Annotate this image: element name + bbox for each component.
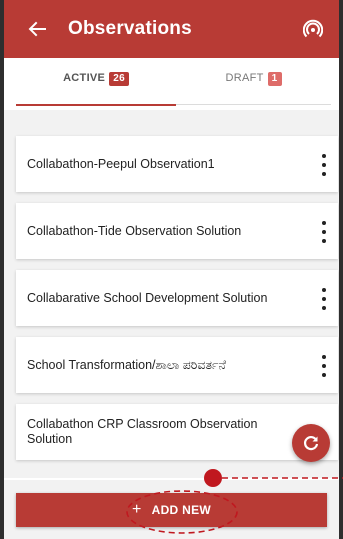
tab-bar: ACTIVE 26 DRAFT 1 — [4, 58, 339, 110]
more-options-icon[interactable] — [320, 154, 328, 176]
observation-card[interactable]: Collabathon CRP Classroom Observation So… — [16, 404, 338, 460]
observation-title: Collabathon-Peepul Observation1 — [27, 156, 215, 171]
page-title: Observations — [68, 18, 192, 39]
app-bar: Observations — [4, 0, 339, 58]
observation-title: Collabathon CRP Classroom Observation So… — [27, 417, 258, 446]
tab-draft-label: DRAFT — [225, 72, 264, 84]
more-options-icon[interactable] — [320, 355, 328, 377]
arrow-left-icon — [28, 21, 46, 37]
refresh-icon — [303, 436, 319, 451]
back-button[interactable] — [22, 14, 52, 44]
observation-title: Collabarative School Development Solutio… — [27, 290, 268, 305]
sync-signal-icon — [303, 19, 323, 38]
plus-icon: + — [131, 501, 142, 518]
observations-screen: Observations ACTIVE 26 DRAFT 1 Collabath… — [4, 0, 339, 539]
observation-title: Collabathon-Tide Observation Solution — [27, 223, 242, 238]
observation-title: School Transformation/ಶಾಲಾ ಪರಿವರ್ತನೆ — [27, 357, 226, 372]
tab-draft[interactable]: DRAFT 1 — [176, 72, 331, 105]
observation-card[interactable]: Collabarative School Development Solutio… — [16, 270, 338, 326]
footer-divider — [4, 478, 339, 480]
observation-card[interactable]: Collabathon-Tide Observation Solution — [16, 203, 338, 259]
add-new-button[interactable]: + ADD NEW — [16, 493, 327, 527]
add-new-label: ADD NEW — [151, 503, 212, 517]
refresh-fab[interactable] — [292, 424, 330, 462]
more-options-icon[interactable] — [320, 221, 328, 243]
more-options-icon[interactable] — [320, 288, 328, 310]
sync-button[interactable] — [301, 17, 325, 41]
tab-active[interactable]: ACTIVE 26 — [16, 72, 176, 106]
observation-list: Collabathon-Peepul Observation1 Collabat… — [16, 136, 338, 471]
tab-active-label: ACTIVE — [63, 72, 106, 84]
observation-card[interactable]: School Transformation/ಶಾಲಾ ಪರಿವರ್ತನೆ — [16, 337, 338, 393]
observation-card[interactable]: Collabathon-Peepul Observation1 — [16, 136, 338, 192]
tab-active-count-badge: 26 — [109, 72, 129, 86]
tab-draft-count-badge: 1 — [267, 72, 282, 86]
